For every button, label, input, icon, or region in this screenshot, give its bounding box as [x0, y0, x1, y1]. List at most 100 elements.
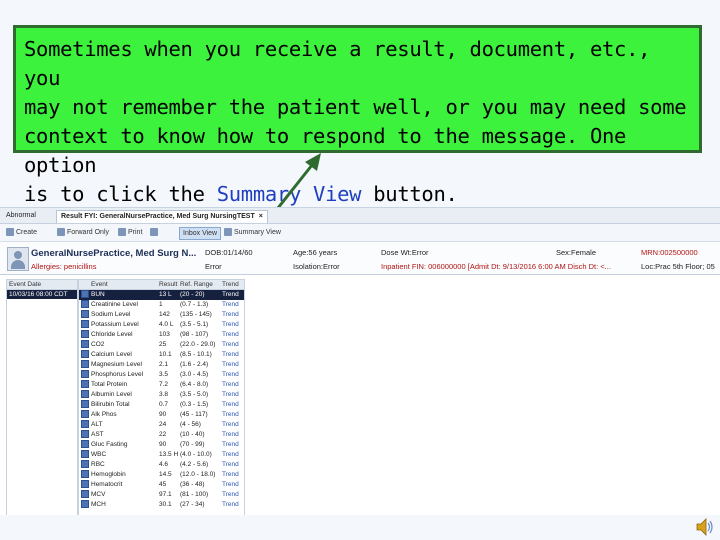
row-checkbox[interactable]	[81, 460, 89, 468]
print-button[interactable]: Print	[118, 227, 142, 238]
event-cell: AST	[91, 431, 104, 438]
table-row[interactable]: Total Protein 7.2 (6.4 - 8.0) Trend	[79, 380, 244, 390]
row-checkbox[interactable]	[81, 310, 89, 318]
table-row[interactable]: RBC 4.6 (4.2 - 5.6) Trend	[79, 460, 244, 470]
row-checkbox[interactable]	[81, 450, 89, 458]
row-checkbox[interactable]	[81, 400, 89, 408]
summary-view-label: Summary View	[234, 229, 281, 236]
speaker-icon[interactable]	[694, 516, 716, 538]
table-row[interactable]: Alk Phos 90 (45 - 117) Trend	[79, 410, 244, 420]
table-row[interactable]: WBC 13.5 H (4.0 - 10.0) Trend	[79, 450, 244, 460]
row-checkbox[interactable]	[81, 480, 89, 488]
table-row[interactable]: Hematocrit 45 (36 - 48) Trend	[79, 480, 244, 490]
row-checkbox[interactable]	[81, 350, 89, 358]
mrn: MRN:002500000	[641, 248, 698, 257]
table-row[interactable]: ALT 24 (4 - 56) Trend	[79, 420, 244, 430]
table-row[interactable]: Phosphorus Level 3.5 (3.0 - 4.5) Trend	[79, 370, 244, 380]
trend-link[interactable]: Trend	[222, 360, 239, 370]
event-cell: Sodium Level	[91, 311, 131, 318]
row-checkbox[interactable]	[81, 370, 89, 378]
event-column-header[interactable]: Event	[91, 280, 108, 289]
trend-link[interactable]: Trend	[222, 390, 239, 400]
trend-column-header[interactable]: Trend	[222, 280, 239, 289]
table-row[interactable]: Potassium Level 4.0 L (3.5 - 5.1) Trend	[79, 320, 244, 330]
result-cell: 45	[159, 481, 167, 488]
trend-link[interactable]: Trend	[222, 340, 239, 350]
row-checkbox[interactable]	[81, 500, 89, 508]
table-row[interactable]: Creatinine Level 1 (0.7 - 1.3) Trend	[79, 300, 244, 310]
table-row[interactable]: Bilirubin Total 0.7 (0.3 - 1.5) Trend	[79, 400, 244, 410]
result-detail-pane	[246, 279, 720, 516]
row-checkbox[interactable]	[81, 300, 89, 308]
result-cell: 2.1	[159, 361, 169, 368]
ref-range-cell: (3.5 - 5.0)	[180, 391, 209, 398]
tab-abnormal[interactable]: Abnormal	[2, 210, 40, 222]
close-icon[interactable]: ×	[259, 213, 263, 220]
row-checkbox[interactable]	[81, 490, 89, 498]
event-date-header[interactable]: Event Date	[7, 280, 77, 290]
row-checkbox[interactable]	[81, 340, 89, 348]
dose-weight: Dose Wt:Error	[381, 248, 429, 257]
create-button[interactable]: Create	[6, 227, 37, 238]
inbox-view-button[interactable]	[150, 227, 160, 238]
event-date-row[interactable]: 10/03/16 08:00 CDT	[7, 290, 77, 299]
patient-avatar	[7, 247, 29, 271]
tab-result-fyi[interactable]: Result FYI: GeneralNursePractice, Med Su…	[56, 210, 268, 223]
trend-link[interactable]: Trend	[222, 460, 239, 470]
trend-link[interactable]: Trend	[222, 470, 239, 480]
table-row[interactable]: Albumin Level 3.8 (3.5 - 5.0) Trend	[79, 390, 244, 400]
row-checkbox[interactable]	[81, 330, 89, 338]
row-checkbox[interactable]	[81, 290, 89, 298]
forward-only-button[interactable]: Forward Only	[57, 227, 109, 238]
result-cell: 97.1	[159, 491, 172, 498]
table-row[interactable]: Calcium Level 10.1 (8.5 - 10.1) Trend	[79, 350, 244, 360]
row-checkbox[interactable]	[81, 420, 89, 428]
patient-name[interactable]: GeneralNursePractice, Med Surg N...	[31, 248, 196, 259]
ref-range-column-header[interactable]: Ref. Range	[180, 280, 213, 289]
inbox-view-toggle[interactable]: Inbox View	[179, 227, 222, 240]
result-cell: 103	[159, 331, 170, 338]
table-row[interactable]: MCH 30.1 (27 - 34) Trend	[79, 500, 244, 510]
result-cell: 3.8	[159, 391, 169, 398]
row-checkbox[interactable]	[81, 410, 89, 418]
trend-link[interactable]: Trend	[222, 370, 239, 380]
table-row[interactable]: Magnesium Level 2.1 (1.6 - 2.4) Trend	[79, 360, 244, 370]
trend-link[interactable]: Trend	[222, 440, 239, 450]
trend-link[interactable]: Trend	[222, 480, 239, 490]
trend-link[interactable]: Trend	[222, 430, 239, 440]
table-row[interactable]: Hemoglobin 14.5 (12.0 - 18.0) Trend	[79, 470, 244, 480]
trend-link[interactable]: Trend	[222, 500, 239, 510]
ref-range-cell: (10 - 40)	[180, 431, 205, 438]
ref-range-cell: (1.6 - 2.4)	[180, 361, 209, 368]
table-row[interactable]: Chloride Level 103 (98 - 107) Trend	[79, 330, 244, 340]
patient-banner: GeneralNursePractice, Med Surg N... Alle…	[0, 242, 720, 275]
row-checkbox[interactable]	[81, 320, 89, 328]
trend-link[interactable]: Trend	[222, 300, 239, 310]
row-checkbox[interactable]	[81, 360, 89, 368]
row-checkbox[interactable]	[81, 430, 89, 438]
trend-link[interactable]: Trend	[222, 490, 239, 500]
table-row[interactable]: AST 22 (10 - 40) Trend	[79, 430, 244, 440]
table-row[interactable]: Sodium Level 142 (135 - 145) Trend	[79, 310, 244, 320]
trend-link[interactable]: Trend	[222, 420, 239, 430]
trend-link[interactable]: Trend	[222, 350, 239, 360]
table-row[interactable]: BUN 13 L (20 - 20) Trend	[79, 290, 244, 300]
table-row[interactable]: CO2 25 (22.0 - 29.0) Trend	[79, 340, 244, 350]
row-checkbox[interactable]	[81, 440, 89, 448]
row-checkbox[interactable]	[81, 470, 89, 478]
trend-link[interactable]: Trend	[222, 380, 239, 390]
trend-link[interactable]: Trend	[222, 320, 239, 330]
row-checkbox[interactable]	[81, 390, 89, 398]
trend-link[interactable]: Trend	[222, 410, 239, 420]
row-checkbox[interactable]	[81, 380, 89, 388]
table-row[interactable]: Gluc Fasting 90 (70 - 99) Trend	[79, 440, 244, 450]
result-column-header[interactable]: Result	[159, 280, 177, 289]
summary-view-button[interactable]: Summary View	[224, 227, 281, 238]
inbox-icon	[150, 228, 158, 237]
trend-link[interactable]: Trend	[222, 400, 239, 410]
trend-link[interactable]: Trend	[222, 330, 239, 340]
table-row[interactable]: MCV 97.1 (81 - 100) Trend	[79, 490, 244, 500]
trend-link[interactable]: Trend	[222, 450, 239, 460]
trend-link[interactable]: Trend	[222, 290, 239, 300]
trend-link[interactable]: Trend	[222, 310, 239, 320]
